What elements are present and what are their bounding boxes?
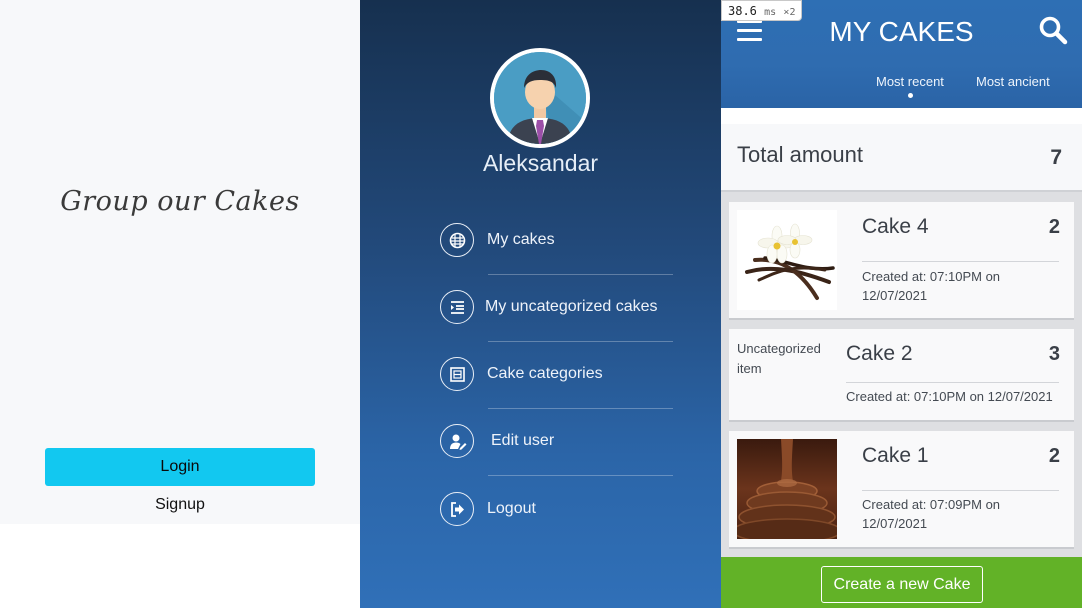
uncategorized-badge: Uncategorized item (737, 341, 821, 376)
category-box-icon (440, 357, 474, 391)
cake-created-date: Created at: 07:10PM on 12/07/2021 (846, 389, 1053, 404)
card-divider (846, 382, 1059, 383)
login-button[interactable]: Login (45, 448, 315, 486)
menu-item-label: My uncategorized cakes (485, 298, 658, 315)
card-divider (862, 490, 1059, 491)
user-edit-icon (440, 424, 474, 458)
menu-divider (488, 341, 673, 342)
perf-timer-badge: 38.6 ms ×2 (721, 0, 802, 21)
cake-date-line: Created at: 07:09PM on (862, 497, 1001, 512)
cake-count: 2 (1048, 216, 1060, 238)
cake-card[interactable]: Uncategorized item Cake 2 3 Created at: … (729, 329, 1074, 422)
menu-item-label: Logout (487, 500, 536, 517)
login-card: Group our Cakes Login Signup (0, 0, 360, 524)
cake-icon (440, 223, 474, 257)
cake-count: 2 (1048, 445, 1060, 467)
total-amount-value: 7 (1050, 146, 1062, 169)
total-amount-row: Total amount 7 (721, 124, 1082, 192)
menu-item-cake-categories[interactable]: Cake categories (440, 357, 700, 393)
timer-multiplier: ×2 (783, 7, 796, 18)
cake-card[interactable]: Cake 1 2 Created at: 07:09PM on 12/07/202… (729, 431, 1074, 549)
cake-date-line: 12/07/2021 (862, 516, 928, 531)
cake-date-line: 12/07/2021 (862, 288, 928, 303)
cake-card[interactable]: Cake 4 2 Created at: 07:10PM on 12/07/202… (729, 202, 1074, 320)
my-cakes-screen: MY CAKES Most recent Most ancient 38.6 m… (721, 0, 1082, 608)
logout-icon (440, 492, 474, 526)
username-label: Aleksandar (482, 150, 599, 176)
menu-item-uncategorized-cakes[interactable]: My uncategorized cakes (440, 290, 700, 326)
menu-item-edit-user[interactable]: Edit user (440, 424, 700, 460)
vanilla-flower-image (737, 210, 837, 310)
menu-item-label: My cakes (487, 231, 555, 248)
header-spacer (721, 108, 1082, 124)
cake-name: Cake 1 (862, 444, 929, 467)
active-tab-indicator (908, 93, 913, 98)
cake-count: 3 (1048, 343, 1060, 365)
cake-date-line: Created at: 07:10PM on (862, 269, 1001, 284)
menu-item-label: Edit user (491, 432, 555, 449)
cake-name: Cake 4 (862, 215, 929, 238)
menu-divider (488, 274, 673, 275)
cake-created-date: Created at: 07:09PM on 12/07/2021 (862, 495, 1000, 533)
menu-divider (488, 408, 673, 409)
menu-item-label: Cake categories (487, 365, 603, 382)
user-avatar-icon (494, 52, 586, 144)
create-cake-button[interactable]: Create a new Cake (821, 566, 983, 603)
list-indent-icon (440, 290, 474, 324)
bottom-action-bar: Create a new Cake (721, 557, 1082, 608)
menu-item-logout[interactable]: Logout (440, 492, 700, 528)
chocolate-swirl-image (737, 439, 837, 539)
menu-item-my-cakes[interactable]: My cakes (440, 223, 700, 259)
timer-unit: ms (764, 7, 777, 18)
signup-link[interactable]: Signup (0, 496, 360, 514)
card-divider (862, 261, 1059, 262)
menu-divider (488, 475, 673, 476)
login-screen: Group our Cakes Login Signup (0, 0, 360, 608)
tab-most-recent[interactable]: Most recent (876, 74, 944, 89)
search-icon[interactable] (1038, 15, 1068, 45)
three-screen-showcase: Group our Cakes Login Signup Aleksandar (0, 0, 1082, 608)
avatar[interactable] (490, 48, 590, 148)
timer-value: 38.6 (728, 4, 757, 18)
cake-created-date: Created at: 07:10PM on 12/07/2021 (862, 267, 1000, 305)
total-amount-label: Total amount (737, 142, 863, 167)
tab-most-ancient[interactable]: Most ancient (976, 74, 1050, 89)
side-menu-screen: Aleksandar My cakes My uncategorized cak… (360, 0, 721, 608)
cake-name: Cake 2 (846, 342, 913, 365)
app-brand-title: Group our Cakes (60, 186, 300, 217)
